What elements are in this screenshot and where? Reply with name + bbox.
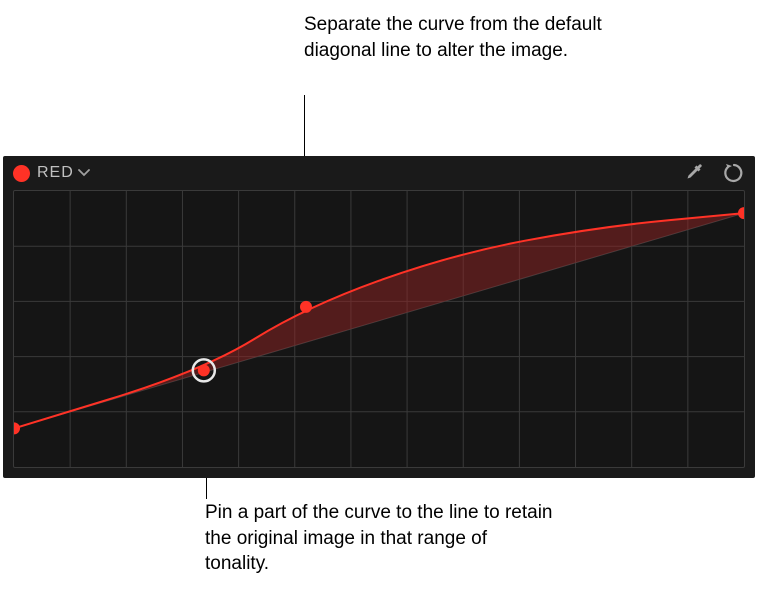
channel-color-dot xyxy=(13,165,30,182)
reset-arrow-icon[interactable] xyxy=(723,162,745,184)
curve-grid[interactable] xyxy=(13,190,745,468)
color-curves-panel: RED xyxy=(3,156,755,478)
panel-header: RED xyxy=(3,156,755,188)
eyedropper-icon[interactable] xyxy=(683,162,705,184)
chevron-down-icon[interactable] xyxy=(78,166,90,180)
annotation-pin: Pin a part of the curve to the line to r… xyxy=(205,500,555,577)
annotation-separate: Separate the curve from the default diag… xyxy=(304,12,634,63)
channel-select[interactable]: RED xyxy=(37,164,74,182)
